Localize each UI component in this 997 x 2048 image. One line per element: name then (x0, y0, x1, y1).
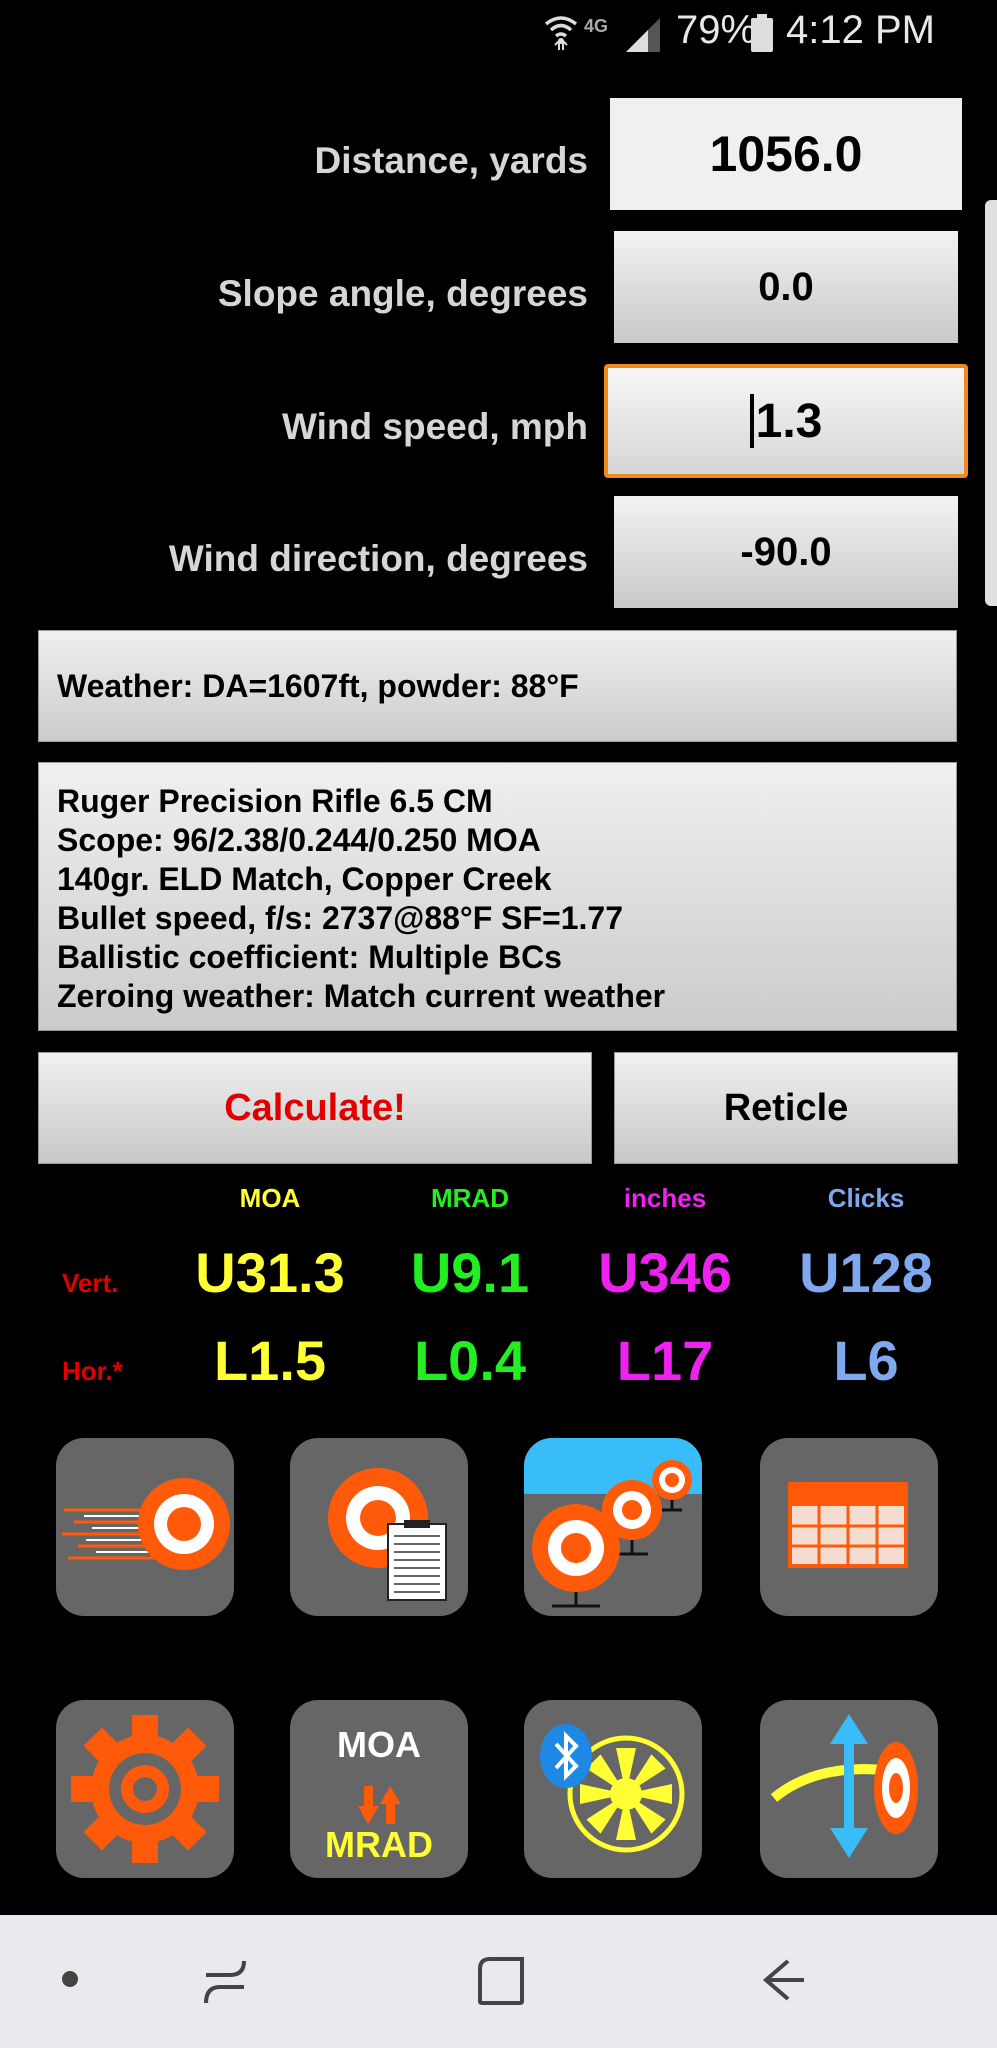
back-icon[interactable] (758, 1955, 808, 2005)
weather-text: Weather: DA=1607ft, powder: 88°F (57, 667, 579, 704)
range-table-tile[interactable] (760, 1438, 938, 1616)
slope-angle-label: Slope angle, degrees (217, 273, 588, 314)
profile-rifle: Ruger Precision Rifle 6.5 CM (57, 783, 493, 819)
profile-ballistic-coefficient: Ballistic coefficient: Multiple BCs (57, 939, 562, 975)
wind-direction-input[interactable]: -90.0 (614, 496, 958, 608)
wind-speed-value: 1.3 (755, 394, 823, 448)
mrad-header: MRAD (431, 1183, 509, 1213)
settings-gear-icon (71, 1715, 219, 1863)
dot-icon[interactable] (58, 1967, 82, 1991)
profile-scope: Scope: 96/2.38/0.244/0.250 MOA (57, 822, 541, 858)
target-notes-icon (328, 1468, 447, 1601)
reticle-button[interactable]: Reticle (614, 1052, 958, 1164)
profile-zeroing-weather: Zeroing weather: Match current weather (57, 978, 666, 1014)
home-icon[interactable] (476, 1955, 526, 2007)
inches-header: inches (623, 1183, 707, 1213)
bluetooth-wind-meter-icon (540, 1724, 685, 1853)
mrad-text: MRAD (325, 1824, 433, 1865)
signal-icon (626, 18, 660, 52)
horizontal-moa-value: L1.5 (213, 1329, 327, 1392)
slope-angle-input[interactable]: 0.0 (614, 231, 958, 343)
status-bar: 4G 79% 4:12 PM (0, 0, 997, 66)
bluetooth-wind-meter-tile[interactable] (524, 1700, 702, 1878)
distance-input[interactable]: 1056.0 (610, 98, 962, 210)
trajectory-tile[interactable] (56, 1438, 234, 1616)
wind-direction-label: Wind direction, degrees (168, 538, 588, 579)
moa-text: MOA (337, 1724, 421, 1765)
trajectory-target-icon (62, 1478, 230, 1570)
vertical-clicks-value: U128 (799, 1241, 933, 1304)
vertical-inches-value: U346 (598, 1241, 732, 1304)
horizontal-clicks-value: L6 (833, 1329, 899, 1392)
battery-percent: 79% (676, 8, 757, 52)
vertical-moa-value: U31.3 (195, 1241, 345, 1304)
navigation-bar (0, 1915, 997, 2048)
vertical-mrad-value: U9.1 (410, 1241, 530, 1304)
wind-speed-label: Wind speed, mph (282, 406, 588, 447)
target-notes-tile[interactable] (290, 1438, 468, 1616)
moa-mrad-converter-tile[interactable]: MOA MRAD (290, 1700, 468, 1878)
network-type: 4G (584, 16, 609, 36)
recent-apps-icon[interactable] (200, 1957, 250, 2007)
horizontal-mrad-value: L0.4 (413, 1329, 527, 1392)
text-cursor (749, 394, 754, 448)
distance-label: Distance, yards (314, 140, 588, 181)
moa-header: MOA (239, 1183, 301, 1213)
battery-icon (751, 14, 773, 52)
rifle-profile-button[interactable]: Ruger Precision Rifle 6.5 CM Scope: 96/2… (38, 762, 957, 1031)
profile-bullet: 140gr. ELD Match, Copper Creek (57, 861, 552, 897)
weather-button[interactable]: Weather: DA=1607ft, powder: 88°F (38, 630, 957, 742)
settings-tile[interactable] (56, 1700, 234, 1878)
range-table-icon (788, 1482, 908, 1568)
wifi-icon (544, 16, 578, 50)
reticle-adjustment-icon (770, 1714, 918, 1858)
clicks-header: Clicks (827, 1183, 905, 1213)
horizontal-inches-value: L17 (616, 1329, 714, 1392)
vertical-row-label: Vert. (62, 1268, 119, 1298)
multiple-targets-icon (524, 1438, 702, 1608)
wind-speed-input[interactable]: 1.3 (604, 364, 968, 478)
profile-bullet-speed: Bullet speed, f/s: 2737@88°F SF=1.77 (57, 900, 624, 936)
calculate-button[interactable]: Calculate! (38, 1052, 592, 1164)
scrollbar[interactable] (985, 200, 997, 606)
reticle-adjustment-tile[interactable] (760, 1700, 938, 1878)
clock: 4:12 PM (786, 8, 935, 52)
multiple-targets-tile[interactable] (524, 1438, 702, 1616)
horizontal-row-label: Hor.* (62, 1356, 123, 1386)
